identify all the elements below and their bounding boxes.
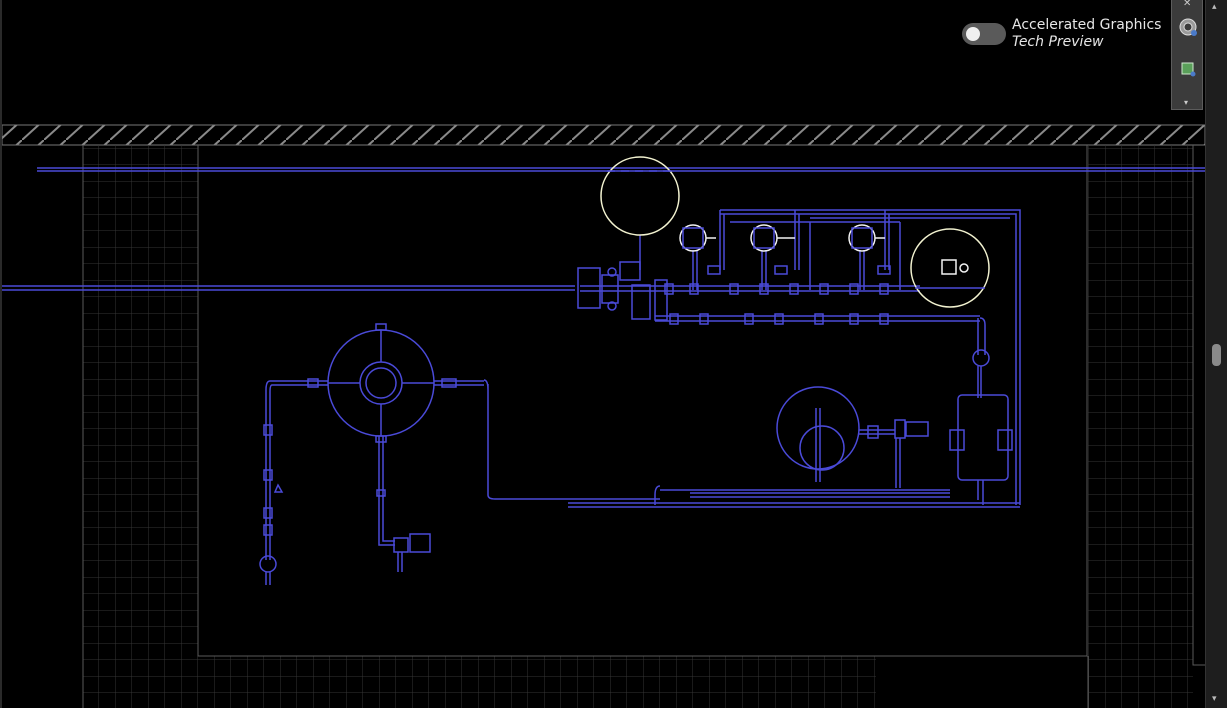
- chevron-down-icon[interactable]: ▾: [1184, 98, 1188, 107]
- pipe-loop-top: [719, 209, 1021, 505]
- grid-zone-left: [83, 145, 198, 708]
- drawing-viewport[interactable]: [0, 0, 1227, 708]
- pipe-bottom-inner: [690, 492, 950, 498]
- tech-preview-label: Tech Preview: [1012, 34, 1104, 50]
- view-cube-icon: [1181, 62, 1196, 77]
- scrollbar-thumb[interactable]: [1212, 344, 1221, 366]
- circulator-pump: [972, 349, 990, 367]
- scroll-down-icon[interactable]: ▾: [1212, 694, 1217, 704]
- accelerated-graphics-toggle[interactable]: [962, 23, 1006, 45]
- boiler: [910, 228, 990, 308]
- viewport-left-border: [0, 0, 2, 708]
- navigation-bar: ✕ ▾: [1171, 0, 1203, 110]
- room-outline-right: [1192, 145, 1205, 666]
- vertical-scrollbar[interactable]: ▴ ▾: [1205, 0, 1227, 708]
- close-icon[interactable]: ✕: [1183, 0, 1191, 9]
- accelerated-graphics-control: Accelerated Graphics Tech Preview: [962, 16, 1161, 52]
- hatched-wall: [1, 124, 1205, 146]
- pipe-loop-inner2: [730, 217, 1010, 223]
- accelerated-graphics-text: Accelerated Graphics Tech Preview: [1012, 17, 1161, 51]
- grid-zone-bottom: [198, 656, 876, 708]
- view-cube-button[interactable]: [1177, 58, 1199, 80]
- manifold-upper: [580, 285, 920, 292]
- pipe-to-left-tank: [483, 379, 660, 500]
- drop-3: [859, 250, 865, 290]
- steering-wheel-button[interactable]: [1177, 16, 1199, 38]
- pump-assembly: [957, 394, 1009, 481]
- pipe-bottom-return: [568, 502, 1020, 508]
- cad-drawing: [1, 124, 1205, 708]
- scroll-up-icon[interactable]: ▴: [1212, 2, 1217, 12]
- storage-tank-left: [327, 323, 435, 443]
- pipe-left-tank-out: [265, 380, 328, 560]
- manifold-lower: [655, 315, 980, 322]
- toggle-knob: [966, 27, 980, 41]
- grid-zone-right: [1088, 145, 1193, 708]
- steering-wheel-icon: [1179, 18, 1197, 36]
- buffer-tank: [776, 386, 860, 470]
- accelerated-graphics-label: Accelerated Graphics: [1012, 17, 1162, 33]
